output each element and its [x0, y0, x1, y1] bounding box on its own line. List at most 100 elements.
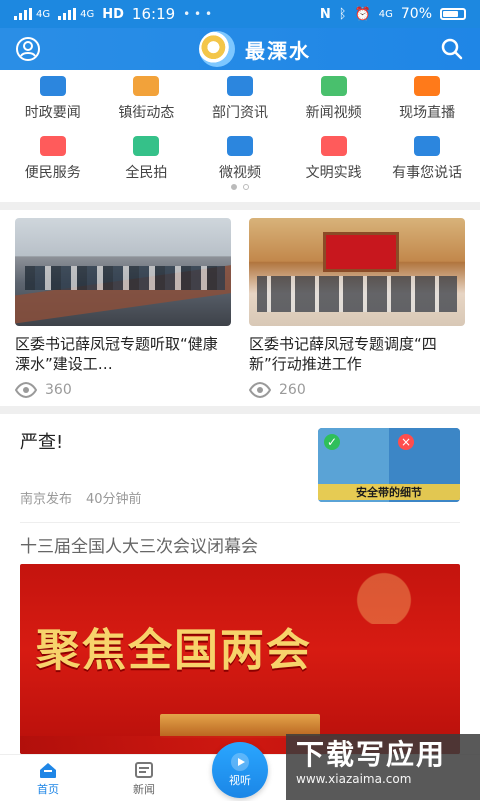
signal-2: 4G: [58, 8, 94, 20]
card-title: 区委书记薛凤冠专题调度“四新”行动推进工作: [249, 335, 437, 373]
banner-text: 聚焦全国两会: [36, 625, 312, 676]
battery-fill: [443, 11, 459, 17]
featured-card-1[interactable]: 区委书记薛凤冠专题听取“健康溧水”建设工… 360: [15, 218, 231, 406]
play-icon: [231, 753, 249, 771]
signal-1: 4G: [14, 8, 50, 20]
category-label: 镇街动态: [118, 105, 175, 121]
search-icon: [441, 38, 463, 60]
news-title-2[interactable]: 十三届全国人大三次会议闭幕会: [20, 532, 258, 557]
tab-home[interactable]: 首页: [18, 761, 78, 797]
status-time: 16:19: [131, 5, 176, 23]
category-label: 便民服务: [24, 165, 81, 181]
category-item-4[interactable]: 新闻视频: [287, 70, 381, 130]
views-count: 260: [279, 382, 306, 398]
news-item-1[interactable]: 严查! 南京发布 40分钟前 ✓ × 安全带的细节: [0, 416, 480, 516]
card-title: 区委书记薛凤冠专题听取“健康溧水”建设工…: [15, 335, 218, 373]
audience: [257, 276, 457, 312]
status-more: • • •: [183, 7, 213, 21]
home-icon: [40, 763, 56, 778]
flag-icon: [320, 136, 347, 156]
tab-news-label: 新闻: [133, 783, 155, 796]
category-item-3[interactable]: 部门资讯: [193, 70, 287, 130]
network-type-left: 4G: [36, 8, 51, 20]
news-banner[interactable]: 聚焦全国两会: [20, 564, 460, 754]
category-label: 有事您说话: [392, 165, 463, 181]
category-item-2[interactable]: 镇街动态: [100, 70, 194, 130]
news-title: 严查!: [20, 432, 64, 453]
category-item-8[interactable]: 微视频: [193, 130, 287, 190]
card-photo: [15, 218, 231, 326]
news-icon: [39, 76, 66, 96]
thumb-caption: 安全带的细节: [318, 484, 460, 500]
app-logo: 最溧水: [199, 31, 311, 67]
carousel-dot-2[interactable]: [243, 184, 249, 190]
carousel-dots: [0, 184, 480, 190]
news-time: 40分钟前: [86, 492, 142, 507]
category-item-10[interactable]: 有事您说话: [380, 130, 474, 190]
category-item-6[interactable]: 便民服务: [6, 130, 100, 190]
service-icon: [39, 136, 66, 156]
featured-cards: 区委书记薛凤冠专题听取“健康溧水”建设工… 360 区委书记薛凤冠专题调度“四新…: [0, 210, 480, 406]
network-type-mid: 4G: [80, 8, 95, 20]
category-item-5[interactable]: 现场直播: [380, 70, 474, 130]
category-row-2: 便民服务 全民拍 微视频 文明实践 有事您说话: [0, 130, 480, 190]
center-tab[interactable]: 视听: [212, 742, 268, 798]
news-source: 南京发布: [20, 492, 73, 507]
app-header: 最溧水: [0, 28, 480, 70]
user-icon: [16, 37, 40, 61]
network-type-right: 4G: [378, 8, 393, 20]
live-icon: [414, 76, 441, 96]
category-label: 微视频: [218, 165, 261, 181]
card-views: 360: [15, 382, 231, 398]
category-item-7[interactable]: 全民拍: [100, 130, 194, 190]
app-title: 最溧水: [245, 38, 311, 63]
bluetooth-icon: ᛒ: [338, 6, 347, 22]
people-row: [25, 266, 225, 290]
category-label: 现场直播: [399, 105, 456, 121]
eye-icon: [15, 382, 37, 398]
featured-card-2[interactable]: 区委书记薛凤冠专题调度“四新”行动推进工作 260: [249, 218, 465, 406]
category-grid: 时政要闻 镇街动态 部门资讯 新闻视频 现场直播 便民服务 全民拍 微视频 文明…: [0, 70, 480, 200]
org-icon: [226, 76, 253, 96]
news-thumbnail: ✓ × 安全带的细节: [318, 428, 460, 502]
battery-icon: [440, 8, 466, 20]
watermark-line-1: 下载写应用: [296, 738, 447, 771]
category-label: 新闻视频: [305, 105, 362, 121]
category-item-1[interactable]: 时政要闻: [6, 70, 100, 130]
alarm-icon: ⏰: [354, 6, 371, 22]
card-photo: [249, 218, 465, 326]
status-left: 4G 4G HD 16:19 • • •: [14, 5, 212, 23]
card-views: 260: [249, 382, 465, 398]
video-icon: [320, 76, 347, 96]
status-right: N ᛒ ⏰ 4G 70%: [320, 6, 466, 22]
x-icon: ×: [398, 434, 414, 450]
user-button[interactable]: [12, 33, 44, 65]
section-separator: [0, 202, 480, 210]
carousel-dot-1[interactable]: [231, 184, 237, 190]
center-tab-label: 视听: [229, 774, 251, 787]
check-icon: ✓: [324, 434, 340, 450]
category-label: 文明实践: [305, 165, 362, 181]
stage-screen: [323, 232, 399, 272]
watermark: 下载写应用 www.xiazaima.com: [286, 734, 480, 800]
search-button[interactable]: [436, 33, 468, 65]
nfc-icon: N: [319, 6, 331, 22]
category-row-1: 时政要闻 镇街动态 部门资讯 新闻视频 现场直播: [0, 70, 480, 130]
list-divider: [20, 522, 460, 523]
news-meta: 南京发布 40分钟前: [20, 488, 142, 507]
logo-mark: [199, 31, 235, 67]
status-bar: 4G 4G HD 16:19 • • • N ᛒ ⏰ 4G 70%: [0, 0, 480, 28]
battery-text: 70%: [400, 6, 432, 22]
eye-icon: [249, 382, 271, 398]
micro-video-icon: [226, 136, 253, 156]
watermark-line-2: www.xiazaima.com: [296, 772, 412, 786]
category-label: 时政要闻: [24, 105, 81, 121]
section-separator: [0, 406, 480, 414]
news-tab-icon: [135, 762, 153, 778]
signal-icon: [58, 8, 77, 20]
category-item-9[interactable]: 文明实践: [287, 130, 381, 190]
tab-news[interactable]: 新闻: [114, 761, 174, 797]
tab-home-label: 首页: [37, 783, 59, 796]
category-label: 部门资讯: [211, 105, 268, 121]
megaphone-icon: [414, 136, 441, 156]
